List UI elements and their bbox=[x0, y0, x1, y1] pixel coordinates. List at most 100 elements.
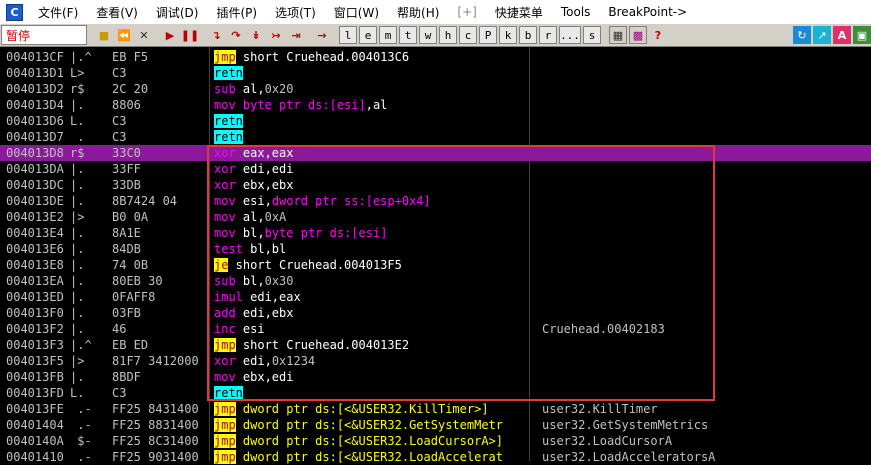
address-cell: 004013ED bbox=[6, 290, 64, 304]
call-stack-button[interactable]: k bbox=[499, 26, 517, 44]
disasm-row[interactable]: 004013D8 r$ 33C0 xor eax,eax bbox=[0, 145, 871, 161]
hex-cell: 8BDF bbox=[112, 370, 141, 384]
disasm-row[interactable]: 004013FD L. C3 retn bbox=[0, 385, 871, 401]
disasm-row[interactable]: 004013FE .- FF25 8431400 jmp dword ptr ds:… bbox=[0, 401, 871, 417]
open-folder-icon[interactable]: ■ bbox=[95, 26, 113, 44]
disasm-row[interactable]: 00401410 .- FF25 9031400 jmp dword ptr ds:… bbox=[0, 449, 871, 465]
help-icon[interactable]: ? bbox=[649, 26, 667, 44]
disassembly-cell: jmp dword ptr ds:[<&USER32.KillTimer>] bbox=[214, 402, 489, 416]
menu-shortcuts[interactable]: 快捷菜单 bbox=[486, 4, 552, 21]
menu-debug[interactable]: 调试(D) bbox=[147, 4, 208, 21]
trace-over-icon[interactable]: ↣ bbox=[267, 26, 285, 44]
source-button[interactable]: s bbox=[583, 26, 601, 44]
address-cell: 004013FB bbox=[6, 370, 64, 384]
settings-grid-icon[interactable]: ▩ bbox=[629, 26, 647, 44]
jump-arrow: |. bbox=[70, 226, 85, 240]
goto-icon[interactable]: → bbox=[313, 26, 331, 44]
arrow-icon[interactable]: ↗ bbox=[813, 26, 831, 44]
address-cell: 004013D4 bbox=[6, 98, 64, 112]
hex-cell: 46 bbox=[112, 322, 127, 336]
hex-cell: 80EB 30 bbox=[112, 274, 163, 288]
image-icon[interactable]: ▣ bbox=[853, 26, 871, 44]
windows-button[interactable]: w bbox=[419, 26, 437, 44]
menu-options[interactable]: 选项(T) bbox=[266, 4, 325, 21]
log-window-button[interactable]: l bbox=[339, 26, 357, 44]
disasm-row[interactable]: 004013D4 |. 8806 mov byte ptr ds:[esi],al bbox=[0, 97, 871, 113]
disassembly-cell: inc esi bbox=[214, 322, 265, 336]
disassembly-cell: retn bbox=[214, 130, 243, 144]
jump-arrow: .- bbox=[70, 450, 92, 464]
memory-map-button[interactable]: m bbox=[379, 26, 397, 44]
handles-button[interactable]: h bbox=[439, 26, 457, 44]
disasm-row[interactable]: 004013F0 |. 03FB add edi,ebx bbox=[0, 305, 871, 321]
disasm-row[interactable]: 004013D1 L> C3 retn bbox=[0, 65, 871, 81]
threads-button[interactable]: t bbox=[399, 26, 417, 44]
step-over-icon[interactable]: ↷ bbox=[227, 26, 245, 44]
executable-modules-button[interactable]: e bbox=[359, 26, 377, 44]
hex-cell: 74 0B bbox=[112, 258, 149, 272]
jump-arrow: |. bbox=[70, 162, 85, 176]
disasm-row[interactable]: 004013D7 . C3 retn bbox=[0, 129, 871, 145]
app-icon[interactable]: C bbox=[6, 3, 23, 21]
execute-till-return-icon[interactable]: ⇥ bbox=[287, 26, 305, 44]
cpu-button[interactable]: c bbox=[459, 26, 477, 44]
menu-plugins[interactable]: 插件(P) bbox=[207, 4, 266, 21]
disasm-row[interactable]: 004013CF |.^ EB F5 jmp short Cruehead.00401… bbox=[0, 49, 871, 65]
disasm-row[interactable]: 004013F2 |. 46 inc esi Cruehead.00402183 bbox=[0, 321, 871, 337]
hex-cell: FF25 8C31400 bbox=[112, 434, 199, 448]
breakpoints-button[interactable]: b bbox=[519, 26, 537, 44]
address-cell: 004013F3 bbox=[6, 338, 64, 352]
address-cell: 00401410 bbox=[6, 450, 64, 464]
jump-arrow: |.^ bbox=[70, 338, 92, 352]
cpu-disassembly-pane[interactable]: 004013CF |.^ EB F5 jmp short Cruehead.00401… bbox=[0, 47, 871, 464]
menu-tools[interactable]: Tools bbox=[552, 5, 600, 19]
close-icon[interactable]: ✕ bbox=[135, 26, 153, 44]
hex-cell: 33DB bbox=[112, 178, 141, 192]
disasm-row[interactable]: 004013D6 L. C3 retn bbox=[0, 113, 871, 129]
patches-button[interactable]: P bbox=[479, 26, 497, 44]
disasm-row[interactable]: 004013E6 |. 84DB test bl,bl bbox=[0, 241, 871, 257]
disassembly-cell: sub bl,0x30 bbox=[214, 274, 294, 288]
address-cell: 004013D1 bbox=[6, 66, 64, 80]
disasm-row[interactable]: 004013F3 |.^ EB ED jmp short Cruehead.00401… bbox=[0, 337, 871, 353]
pause-icon[interactable]: ❚❚ bbox=[181, 26, 199, 44]
disasm-row[interactable]: 004013F5 |> 81F7 3412000 xor edi,0x1234 bbox=[0, 353, 871, 369]
address-cell: 004013D2 bbox=[6, 82, 64, 96]
disasm-row[interactable]: 0040140A $- FF25 8C31400 jmp dword ptr ds:… bbox=[0, 433, 871, 449]
disasm-row[interactable]: 004013E2 |> B0 0A mov al,0xA bbox=[0, 209, 871, 225]
disassembly-cell: jmp dword ptr ds:[<&USER32.LoadCursorA>] bbox=[214, 434, 503, 448]
font-a-icon[interactable]: A bbox=[833, 26, 851, 44]
menu-plus[interactable]: [+] bbox=[448, 5, 485, 19]
run-trace-button[interactable]: ... bbox=[559, 26, 581, 44]
grid-icon[interactable]: ▦ bbox=[609, 26, 627, 44]
disasm-row[interactable]: 004013EA |. 80EB 30 sub bl,0x30 bbox=[0, 273, 871, 289]
rewind-icon[interactable]: ⏪ bbox=[115, 26, 133, 44]
hex-cell: C3 bbox=[112, 114, 127, 128]
disasm-row[interactable]: 004013FB |. 8BDF mov ebx,edi bbox=[0, 369, 871, 385]
disasm-row[interactable]: 004013DA |. 33FF xor edi,edi bbox=[0, 161, 871, 177]
run-icon[interactable]: ▶ bbox=[161, 26, 179, 44]
menu-window[interactable]: 窗口(W) bbox=[325, 4, 388, 21]
disassembly-cell: jmp dword ptr ds:[<&USER32.GetSystemMetr bbox=[214, 418, 503, 432]
disasm-row[interactable]: 00401404 .- FF25 8831400 jmp dword ptr ds:… bbox=[0, 417, 871, 433]
menu-help[interactable]: 帮助(H) bbox=[388, 4, 448, 21]
jump-arrow: |. bbox=[70, 258, 85, 272]
disassembly-cell: imul edi,eax bbox=[214, 290, 301, 304]
step-into-icon[interactable]: ↴ bbox=[207, 26, 225, 44]
disasm-row[interactable]: 004013ED |. 0FAFF8 imul edi,eax bbox=[0, 289, 871, 305]
trace-into-icon[interactable]: ↡ bbox=[247, 26, 265, 44]
disasm-row[interactable]: 004013DC |. 33DB xor ebx,ebx bbox=[0, 177, 871, 193]
disasm-row[interactable]: 004013E4 |. 8A1E mov bl,byte ptr ds:[esi] bbox=[0, 225, 871, 241]
hex-cell: 81F7 3412000 bbox=[112, 354, 199, 368]
address-cell: 004013FD bbox=[6, 386, 64, 400]
references-button[interactable]: r bbox=[539, 26, 557, 44]
refresh-icon[interactable]: ↻ bbox=[793, 26, 811, 44]
menu-breakpoint[interactable]: BreakPoint-> bbox=[599, 5, 696, 19]
disasm-row[interactable]: 004013D2 r$ 2C 20 sub al,0x20 bbox=[0, 81, 871, 97]
menu-view[interactable]: 查看(V) bbox=[87, 4, 147, 21]
jump-arrow: |. bbox=[70, 178, 85, 192]
menu-file[interactable]: 文件(F) bbox=[29, 4, 87, 21]
disasm-row[interactable]: 004013DE |. 8B7424 04 mov esi,dword ptr ss:… bbox=[0, 193, 871, 209]
disasm-row[interactable]: 004013E8 |. 74 0B je short Cruehead.004013F… bbox=[0, 257, 871, 273]
hex-cell: 03FB bbox=[112, 306, 141, 320]
